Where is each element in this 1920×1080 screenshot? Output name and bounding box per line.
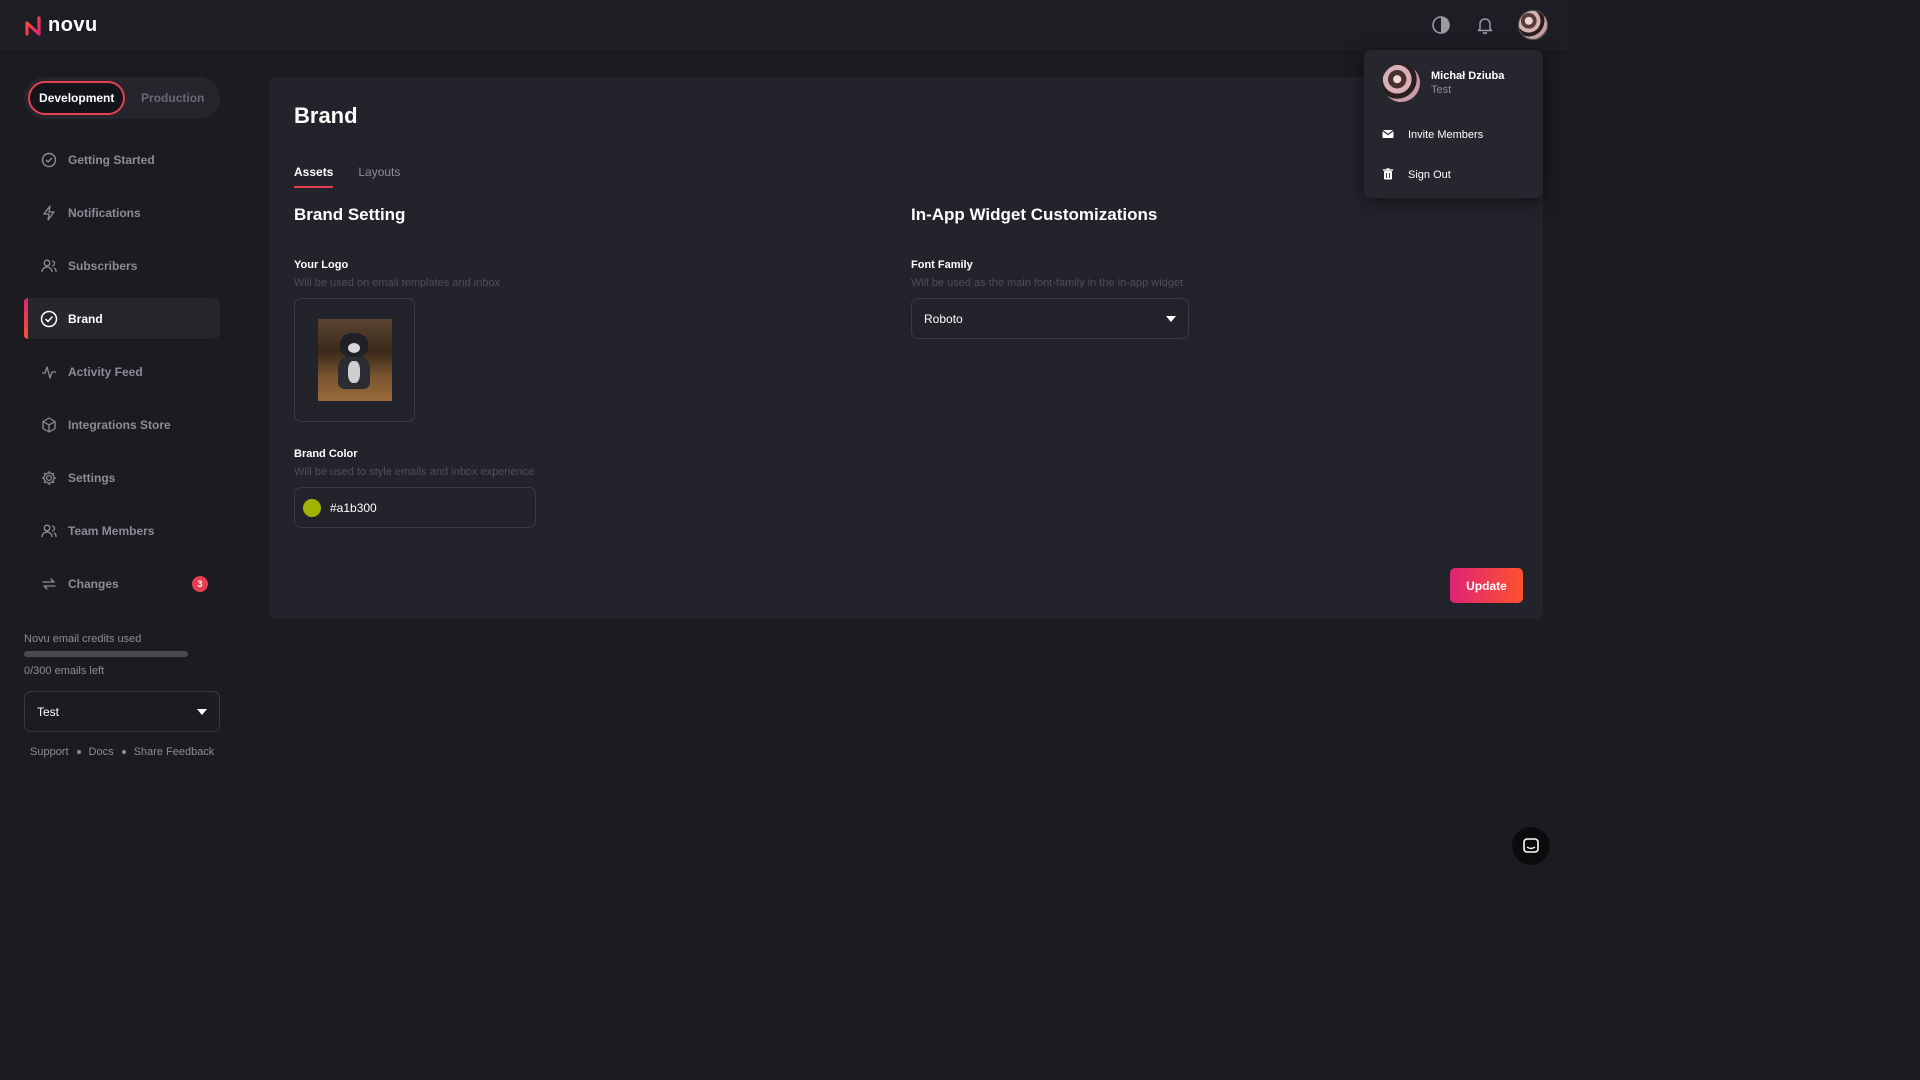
chat-launcher-button[interactable] <box>1512 827 1550 865</box>
user-name: Michał Dziuba <box>1431 70 1505 82</box>
separator-dot <box>76 750 81 754</box>
sidebar-item-label: Settings <box>68 470 116 485</box>
sidebar-item-activity-feed[interactable]: Activity Feed <box>24 351 220 392</box>
sidebar-item-brand[interactable]: Brand <box>24 298 220 339</box>
organization-select[interactable]: Test <box>24 691 220 732</box>
sidebar-item-label: Subscribers <box>68 258 138 273</box>
trash-icon <box>1382 167 1394 183</box>
sign-out-item[interactable]: Sign Out <box>1382 165 1532 185</box>
sidebar-item-label: Team Members <box>68 523 155 538</box>
font-family-label: Font Family <box>911 259 973 271</box>
users-icon <box>40 257 58 275</box>
chevron-down-icon <box>1166 315 1176 322</box>
check-circle-icon <box>40 151 58 169</box>
sidebar-item-label: Activity Feed <box>68 364 143 379</box>
widget-customizations-title: In-App Widget Customizations <box>911 205 1158 224</box>
theme-toggle-icon[interactable] <box>1430 14 1452 36</box>
credits-progress-bar <box>24 651 188 657</box>
page-title: Brand <box>294 103 358 128</box>
font-family-value: Roboto <box>924 311 963 326</box>
logo-description: Will be used on email templates and inbo… <box>294 277 501 289</box>
brand-card: Brand Assets Layouts Brand Setting Your … <box>269 77 1543 619</box>
tab-assets[interactable]: Assets <box>294 165 334 188</box>
envelope-icon <box>1382 128 1394 143</box>
logo-upload[interactable] <box>294 298 415 422</box>
gear-icon <box>40 469 58 487</box>
sidebar-item-label: Integrations Store <box>68 417 171 432</box>
brand-color-label: Brand Color <box>294 448 358 460</box>
environment-toggle: Development Production <box>24 77 220 119</box>
novu-logo[interactable]: novu <box>24 14 98 37</box>
sidebar-item-subscribers[interactable]: Subscribers <box>24 245 220 286</box>
env-development-button[interactable]: Development <box>28 81 126 115</box>
credits-title: Novu email credits used <box>24 633 142 645</box>
env-production-button[interactable]: Production <box>129 81 216 115</box>
logo-image <box>317 319 392 401</box>
sidebar-item-integrations-store[interactable]: Integrations Store <box>24 404 220 445</box>
changes-count-badge: 3 <box>192 575 208 592</box>
sidebar-item-label: Brand <box>68 311 103 326</box>
invite-members-item[interactable]: Invite Members <box>1382 125 1532 145</box>
brand-color-description: Will be used to style emails and inbox e… <box>294 466 535 478</box>
menu-user-info: Michał Dziuba Test <box>1382 64 1504 102</box>
changes-icon <box>40 575 58 593</box>
credits-remaining: 0/300 emails left <box>24 665 105 677</box>
bolt-icon <box>40 204 58 222</box>
team-icon <box>40 522 58 540</box>
top-bar: novu <box>0 0 1568 53</box>
user-menu: Michał Dziuba Test Invite Members Sign O… <box>1364 50 1543 198</box>
logo-label: Your Logo <box>294 259 349 271</box>
user-organization: Test <box>1431 84 1452 96</box>
sidebar-item-changes[interactable]: Changes 3 <box>24 563 220 604</box>
brand-tabs: Assets Layouts <box>294 165 400 188</box>
sign-out-label: Sign Out <box>1408 169 1451 181</box>
sidebar-nav: Getting Started Notifications Subscriber… <box>24 139 220 604</box>
sidebar-item-label: Getting Started <box>68 152 155 167</box>
chat-icon <box>1523 838 1539 853</box>
bell-icon[interactable] <box>1474 14 1496 36</box>
chevron-down-icon <box>197 708 207 715</box>
menu-avatar <box>1382 64 1420 102</box>
sidebar-item-label: Notifications <box>68 205 141 220</box>
sidebar-item-label: Changes <box>68 576 119 591</box>
tab-layouts[interactable]: Layouts <box>358 165 400 188</box>
separator-dot <box>121 750 126 754</box>
sidebar-item-settings[interactable]: Settings <box>24 457 220 498</box>
box-icon <box>40 416 58 434</box>
font-family-select[interactable]: Roboto <box>911 298 1189 339</box>
update-button[interactable]: Update <box>1450 568 1523 603</box>
novu-logo-icon <box>25 15 41 36</box>
avatar[interactable] <box>1518 10 1548 40</box>
app-name: novu <box>48 14 98 36</box>
sidebar-item-team-members[interactable]: Team Members <box>24 510 220 551</box>
email-credits: Novu email credits used 0/300 emails lef… <box>24 633 220 758</box>
brand-color-input[interactable]: #a1b300 <box>294 487 536 528</box>
sidebar: Development Production Getting Started N… <box>24 77 220 616</box>
share-feedback-link[interactable]: Share Feedback <box>134 746 215 758</box>
docs-link[interactable]: Docs <box>89 746 114 758</box>
sidebar-item-getting-started[interactable]: Getting Started <box>24 139 220 180</box>
invite-members-label: Invite Members <box>1408 129 1484 141</box>
organization-select-value: Test <box>37 704 60 719</box>
footer-links: Support Docs Share Feedback <box>24 746 220 758</box>
activity-icon <box>40 363 58 381</box>
brand-setting-title: Brand Setting <box>294 205 406 224</box>
support-link[interactable]: Support <box>30 746 69 758</box>
badge-check-icon <box>40 310 58 328</box>
font-family-description: Will be used as the main font-family in … <box>911 277 1184 289</box>
brand-color-value: #a1b300 <box>330 500 377 515</box>
sidebar-item-notifications[interactable]: Notifications <box>24 192 220 233</box>
color-swatch[interactable] <box>303 498 321 517</box>
